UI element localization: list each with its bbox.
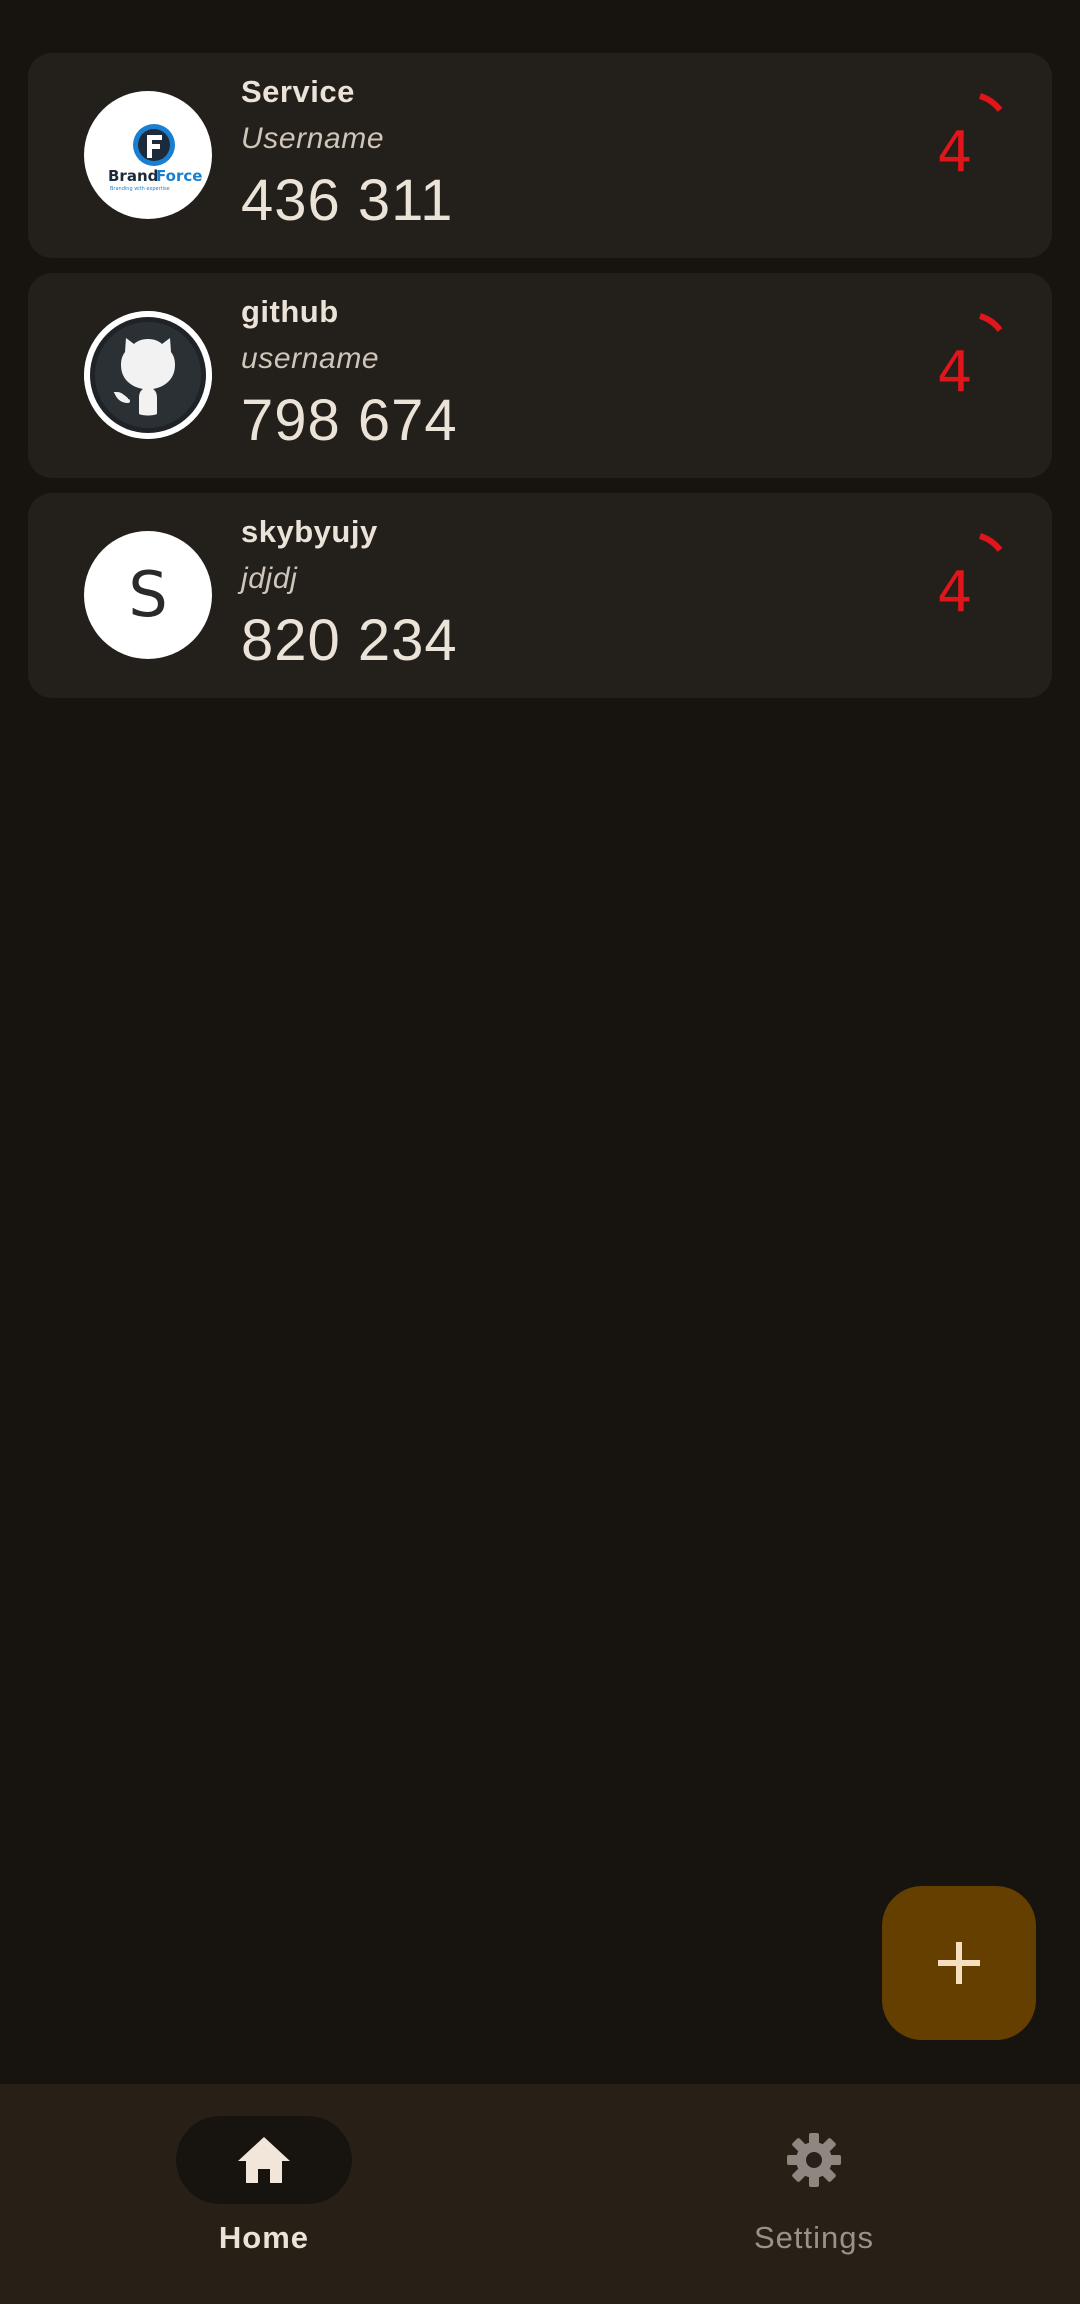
account-card[interactable]: S skybyujy jdjdj 820 234 4 <box>28 493 1052 698</box>
letter-avatar: S <box>84 531 212 659</box>
logo-tagline: Branding with expertise <box>110 186 170 192</box>
nav-settings-indicator <box>726 2116 902 2204</box>
otp-code: 436 311 <box>241 168 454 233</box>
countdown-timer: 4 <box>928 93 1008 193</box>
github-icon <box>84 311 212 439</box>
account-card[interactable]: Brand Force Branding with expertise Serv… <box>28 53 1052 258</box>
countdown-seconds: 4 <box>937 340 973 405</box>
countdown-timer: 4 <box>928 313 1008 413</box>
logo-text-force: Force <box>156 167 202 185</box>
nav-settings[interactable]: Settings <box>664 2116 964 2276</box>
home-screen: Brand Force Branding with expertise Serv… <box>0 0 1080 2304</box>
service-name: github <box>241 294 339 329</box>
countdown-seconds: 4 <box>937 120 973 185</box>
nav-home-indicator <box>176 2116 352 2204</box>
bottom-navigation: Home Settings <box>0 2084 1080 2304</box>
add-account-button[interactable] <box>882 1886 1036 2040</box>
brandforce-logo-icon: Brand Force Branding with expertise <box>84 91 212 219</box>
home-icon <box>238 2137 290 2183</box>
nav-home-label: Home <box>218 2220 310 2255</box>
service-name: skybyujy <box>241 514 378 549</box>
otp-code: 798 674 <box>241 388 458 453</box>
plus-icon <box>938 1942 980 1984</box>
service-name: Service <box>241 74 355 109</box>
gear-icon <box>787 2133 841 2187</box>
nav-settings-label: Settings <box>753 2220 874 2255</box>
nav-home[interactable]: Home <box>114 2116 414 2276</box>
account-username: username <box>241 342 380 375</box>
avatar-letter: S <box>128 558 168 631</box>
countdown-seconds: 4 <box>937 560 973 625</box>
otp-code: 820 234 <box>241 608 458 673</box>
countdown-timer: 4 <box>928 533 1008 633</box>
account-card[interactable]: github username 798 674 4 <box>28 273 1052 478</box>
logo-text-brand: Brand <box>108 167 158 185</box>
account-username: Username <box>241 122 385 155</box>
account-list: Brand Force Branding with expertise Serv… <box>28 53 1052 713</box>
account-username: jdjdj <box>241 562 298 595</box>
